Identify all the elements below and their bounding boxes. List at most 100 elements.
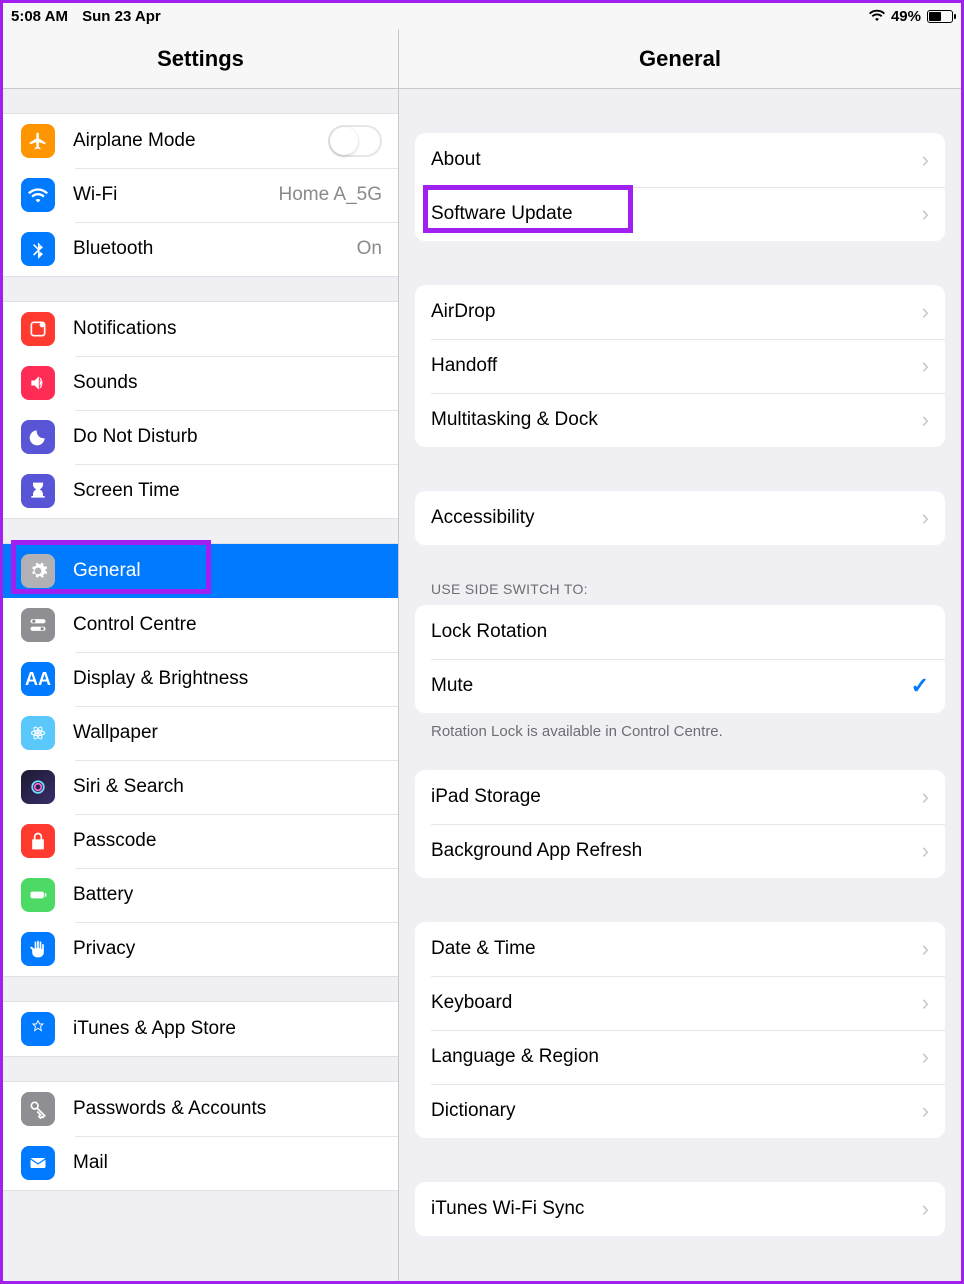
sidebar-label: Wallpaper <box>73 722 382 744</box>
sidebar-label: Privacy <box>73 938 382 960</box>
detail-item-background-refresh[interactable]: Background App Refresh › <box>415 824 945 878</box>
flower-icon <box>21 716 55 750</box>
sidebar-label: Wi-Fi <box>73 184 279 206</box>
sidebar-label: Passcode <box>73 830 382 852</box>
chevron-right-icon: › <box>922 990 929 1016</box>
checkmark-icon: ✓ <box>911 673 929 699</box>
notifications-icon <box>21 312 55 346</box>
detail-label: iTunes Wi-Fi Sync <box>431 1198 584 1220</box>
detail-item-date-time[interactable]: Date & Time › <box>415 922 945 976</box>
side-switch-mute[interactable]: Mute ✓ <box>415 659 945 713</box>
detail-label: Mute <box>431 675 473 697</box>
detail-label: AirDrop <box>431 301 495 323</box>
sidebar-label: Do Not Disturb <box>73 426 382 448</box>
status-bar: 5:08 AM Sun 23 Apr 49% <box>3 3 961 29</box>
group-footer: Rotation Lock is available in Control Ce… <box>415 713 945 740</box>
chevron-right-icon: › <box>922 299 929 325</box>
detail-label: Lock Rotation <box>431 621 547 643</box>
side-switch-lock-rotation[interactable]: Lock Rotation <box>415 605 945 659</box>
battery-icon <box>21 878 55 912</box>
detail-item-accessibility[interactable]: Accessibility › <box>415 491 945 545</box>
chevron-right-icon: › <box>922 936 929 962</box>
wifi-icon <box>869 8 885 25</box>
bluetooth-icon <box>21 232 55 266</box>
detail-item-language-region[interactable]: Language & Region › <box>415 1030 945 1084</box>
detail-item-airdrop[interactable]: AirDrop › <box>415 285 945 339</box>
sounds-icon <box>21 366 55 400</box>
airplane-toggle[interactable] <box>328 125 382 157</box>
sidebar-item-dnd[interactable]: Do Not Disturb <box>3 410 398 464</box>
detail-label: Date & Time <box>431 938 536 960</box>
sidebar-label: Sounds <box>73 372 382 394</box>
detail-item-dictionary[interactable]: Dictionary › <box>415 1084 945 1138</box>
detail-item-handoff[interactable]: Handoff › <box>415 339 945 393</box>
status-date: Sun 23 Apr <box>82 8 161 25</box>
lock-icon <box>21 824 55 858</box>
sidebar-item-general[interactable]: General <box>3 544 398 598</box>
sidebar-label: iTunes & App Store <box>73 1018 382 1040</box>
sidebar-label: Airplane Mode <box>73 130 328 152</box>
sidebar: Settings Airplane Mode Wi-Fi Home A_5G B… <box>3 29 399 1281</box>
airplane-icon <box>21 124 55 158</box>
gear-icon <box>21 554 55 588</box>
detail-label: iPad Storage <box>431 786 541 808</box>
status-time: 5:08 AM <box>11 8 68 25</box>
sidebar-label: Bluetooth <box>73 238 357 260</box>
detail-label: Dictionary <box>431 1100 515 1122</box>
detail-label: Software Update <box>431 203 573 225</box>
sidebar-item-display[interactable]: AA Display & Brightness <box>3 652 398 706</box>
sidebar-item-itunes[interactable]: iTunes & App Store <box>3 1002 398 1056</box>
sidebar-item-wifi[interactable]: Wi-Fi Home A_5G <box>3 168 398 222</box>
detail-item-about[interactable]: About › <box>415 133 945 187</box>
detail-pane: General About › Software Update › AirDro… <box>399 29 961 1281</box>
detail-item-itunes-wifi-sync[interactable]: iTunes Wi-Fi Sync › <box>415 1182 945 1236</box>
sidebar-item-notifications[interactable]: Notifications <box>3 302 398 356</box>
sidebar-item-wallpaper[interactable]: Wallpaper <box>3 706 398 760</box>
sidebar-label: Battery <box>73 884 382 906</box>
chevron-right-icon: › <box>922 353 929 379</box>
hourglass-icon <box>21 474 55 508</box>
sidebar-title: Settings <box>3 29 398 89</box>
sidebar-item-siri[interactable]: Siri & Search <box>3 760 398 814</box>
hand-icon <box>21 932 55 966</box>
moon-icon <box>21 420 55 454</box>
sidebar-label: Screen Time <box>73 480 382 502</box>
detail-item-ipad-storage[interactable]: iPad Storage › <box>415 770 945 824</box>
sidebar-item-mail[interactable]: Mail <box>3 1136 398 1190</box>
chevron-right-icon: › <box>922 407 929 433</box>
sidebar-item-battery[interactable]: Battery <box>3 868 398 922</box>
chevron-right-icon: › <box>922 147 929 173</box>
chevron-right-icon: › <box>922 1044 929 1070</box>
detail-item-keyboard[interactable]: Keyboard › <box>415 976 945 1030</box>
sidebar-item-passcode[interactable]: Passcode <box>3 814 398 868</box>
mail-icon <box>21 1146 55 1180</box>
detail-item-software-update[interactable]: Software Update › <box>415 187 945 241</box>
chevron-right-icon: › <box>922 505 929 531</box>
sidebar-label: Display & Brightness <box>73 668 382 690</box>
detail-item-multitasking[interactable]: Multitasking & Dock › <box>415 393 945 447</box>
sidebar-item-airplane[interactable]: Airplane Mode <box>3 114 398 168</box>
chevron-right-icon: › <box>922 201 929 227</box>
sidebar-label: General <box>73 560 382 582</box>
chevron-right-icon: › <box>922 1196 929 1222</box>
detail-label: Language & Region <box>431 1046 599 1068</box>
sidebar-label: Notifications <box>73 318 382 340</box>
sidebar-item-screentime[interactable]: Screen Time <box>3 464 398 518</box>
sidebar-item-controlcentre[interactable]: Control Centre <box>3 598 398 652</box>
siri-icon <box>21 770 55 804</box>
sidebar-item-sounds[interactable]: Sounds <box>3 356 398 410</box>
key-icon <box>21 1092 55 1126</box>
sidebar-item-bluetooth[interactable]: Bluetooth On <box>3 222 398 276</box>
sidebar-label: Siri & Search <box>73 776 382 798</box>
detail-label: Accessibility <box>431 507 534 529</box>
battery-percent: 49% <box>891 8 921 25</box>
detail-label: Background App Refresh <box>431 840 642 862</box>
appstore-icon <box>21 1012 55 1046</box>
detail-label: About <box>431 149 481 171</box>
toggles-icon <box>21 608 55 642</box>
battery-icon <box>927 10 953 23</box>
sidebar-label: Control Centre <box>73 614 382 636</box>
detail-label: Handoff <box>431 355 497 377</box>
sidebar-item-privacy[interactable]: Privacy <box>3 922 398 976</box>
sidebar-item-passwords[interactable]: Passwords & Accounts <box>3 1082 398 1136</box>
